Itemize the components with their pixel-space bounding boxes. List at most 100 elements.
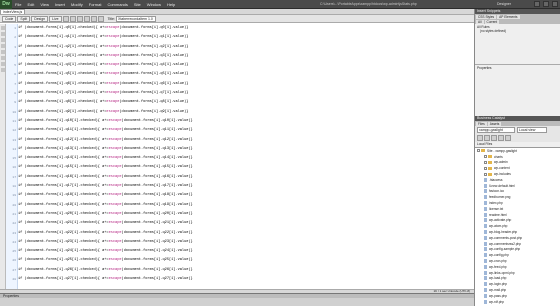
multiscreen-icon[interactable] <box>69 15 76 22</box>
menu-window[interactable]: Window <box>144 0 164 9</box>
close-icon[interactable] <box>552 1 558 7</box>
code-line[interactable]: 4 if (document.forms[i].q3[1].checked){ a… <box>14 52 474 61</box>
view-options-icon[interactable] <box>90 15 97 22</box>
menu-view[interactable]: View <box>37 0 52 9</box>
open-documents-icon[interactable] <box>1 26 5 30</box>
workspace-switcher[interactable]: Designer <box>497 2 511 6</box>
highlight-invalid-icon[interactable] <box>1 50 5 54</box>
code-line[interactable]: 23 if (document.forms[i].q22[1].checked){… <box>12 229 474 238</box>
code-line[interactable]: 1 if (document.forms[i].q0[1].checked){ a… <box>14 24 474 33</box>
code-line[interactable]: 10 if (document.forms[i].q9[1].checked){ … <box>12 108 474 117</box>
expand-icon[interactable] <box>484 172 487 176</box>
code-argument: (document.forms[i].q9[1].value)} <box>119 109 189 114</box>
view-select[interactable]: Local view <box>517 127 547 133</box>
code-argument: (document.forms[i].q6[1].value)} <box>119 81 189 86</box>
comment-icon[interactable] <box>1 56 5 60</box>
code-line[interactable]: 3 if (document.forms[i].q2[1].checked){ a… <box>14 43 474 52</box>
code-line[interactable]: 22 if (document.forms[i].q21[1].checked){… <box>12 219 474 228</box>
menu-file[interactable]: File <box>12 0 24 9</box>
tab-assets[interactable]: Assets <box>487 122 502 126</box>
visual-aids-icon[interactable] <box>97 15 104 22</box>
title-input[interactable]: XtaberrecordaItem 1.0 <box>115 15 156 22</box>
document-tab[interactable]: indexView.js <box>0 9 26 14</box>
code-line[interactable]: 21 if (document.forms[i].q20[1].checked){… <box>12 210 474 219</box>
menu-edit[interactable]: Edit <box>24 0 37 9</box>
code-condition: if (document.forms[i].q13[1].checked){ a… <box>18 146 109 151</box>
preview-icon[interactable] <box>76 15 83 22</box>
maximize-icon[interactable] <box>543 1 549 7</box>
design-view-button[interactable]: Design <box>31 15 49 22</box>
code-argument: (document.forms[i].q0[1].value)} <box>119 26 189 30</box>
code-line[interactable]: 26 if (document.forms[i].q25[1].checked){… <box>12 256 474 265</box>
code-editor[interactable]: 1 if (document.forms[i].q0[1].checked){ a… <box>12 24 474 289</box>
code-line[interactable]: 15 if (document.forms[i].q14[1].checked){… <box>12 154 474 163</box>
tab-files[interactable]: Files <box>476 122 487 126</box>
code-line[interactable]: 16 if (document.forms[i].q15[1].checked){… <box>12 163 474 172</box>
css-properties-section: Properties <box>475 64 560 116</box>
split-view-button[interactable]: Split <box>17 15 31 22</box>
code-line[interactable]: 8 if (document.forms[i].q7[1].checked){ a… <box>14 89 474 98</box>
code-argument: (document.forms[i].q2[1].value)} <box>119 44 189 49</box>
get-files-icon[interactable] <box>491 135 497 141</box>
expand-panel-icon[interactable] <box>505 135 511 141</box>
tree-item-label: wp-blog-header.php <box>489 230 518 235</box>
code-line[interactable]: 5 if (document.forms[i].q4[1].checked){ a… <box>14 61 474 70</box>
code-line[interactable]: 28 if (document.forms[i].q27[1].checked){… <box>12 275 474 284</box>
menu-format[interactable]: Format <box>86 0 105 9</box>
code-view-button[interactable]: Code <box>2 15 17 22</box>
expand-all-icon[interactable] <box>1 38 5 42</box>
inspect-icon[interactable] <box>62 15 69 22</box>
code-line[interactable]: 13 if (document.forms[i].q12[1].checked){… <box>12 136 474 145</box>
expand-icon[interactable] <box>484 155 487 159</box>
code-line[interactable]: 14 if (document.forms[i].q13[1].checked){… <box>12 145 474 154</box>
menu-modify[interactable]: Modify <box>68 0 86 9</box>
tree-item-label: ll-new-default.html <box>489 183 515 188</box>
expand-icon[interactable] <box>484 160 487 164</box>
put-files-icon[interactable] <box>498 135 504 141</box>
menu-commands[interactable]: Commands <box>104 0 130 9</box>
code-line[interactable]: 20 if (document.forms[i].q19[1].checked){… <box>12 201 474 210</box>
line-number: 6 <box>14 73 16 77</box>
code-line[interactable]: 24 if (document.forms[i].q23[1].checked){… <box>12 238 474 247</box>
app-logo: Dw <box>0 0 12 9</box>
refresh-files-icon[interactable] <box>484 135 490 141</box>
expand-icon[interactable] <box>484 166 487 170</box>
tree-file[interactable]: wp-rdf.php <box>475 299 560 305</box>
code-line[interactable]: 18 if (document.forms[i].q17[1].checked){… <box>12 182 474 191</box>
code-line[interactable]: 25 if (document.forms[i].q24[1].checked){… <box>12 247 474 256</box>
line-number: 17 <box>12 175 16 179</box>
code-function: escape <box>106 44 120 49</box>
tree-item-label: .htaccess <box>489 177 503 182</box>
properties-title[interactable]: Properties <box>0 294 474 298</box>
refresh-icon[interactable] <box>83 15 90 22</box>
code-function: escape <box>106 35 120 40</box>
collapse-tag-icon[interactable] <box>1 32 5 36</box>
connect-icon[interactable] <box>477 135 483 141</box>
window-controls <box>534 1 560 7</box>
menu-insert[interactable]: Insert <box>52 0 68 9</box>
live-view-button[interactable]: Live <box>49 15 62 22</box>
subtab-all[interactable]: All <box>476 20 484 24</box>
code-line[interactable]: 19 if (document.forms[i].q18[1].checked){… <box>12 191 474 200</box>
expand-icon[interactable] <box>477 149 480 153</box>
code-line[interactable]: 2 if (document.forms[i].q1[1].checked){ a… <box>14 33 474 42</box>
minimize-icon[interactable] <box>534 1 540 7</box>
line-numbers-icon[interactable] <box>1 44 5 48</box>
site-select[interactable]: xampp-gaslight <box>477 127 515 133</box>
code-line[interactable]: 7 if (document.forms[i].q6[1].checked){ a… <box>14 80 474 89</box>
code-line[interactable]: 12 if (document.forms[i].q11[1].checked){… <box>12 126 474 135</box>
code-line[interactable]: 27 if (document.forms[i].q26[1].checked){… <box>12 266 474 275</box>
code-line[interactable]: 9 if (document.forms[i].q8[1].checked){ a… <box>14 98 474 107</box>
subtab-current[interactable]: Current <box>484 20 500 24</box>
indent-icon[interactable] <box>1 62 5 66</box>
tab-ap-elements[interactable]: AP Elements <box>497 15 520 19</box>
outdent-icon[interactable] <box>1 68 5 72</box>
menu-site[interactable]: Site <box>131 0 144 9</box>
tree-item-label: favicon.ico <box>489 189 505 194</box>
tab-css-styles[interactable]: CSS Styles <box>476 15 497 19</box>
code-line[interactable]: 11 if (document.forms[i].q10[1].checked){… <box>12 117 474 126</box>
code-line[interactable]: 17 if (document.forms[i].q16[1].checked){… <box>12 173 474 182</box>
menu-help[interactable]: Help <box>164 0 178 9</box>
code-line[interactable]: 6 if (document.forms[i].q5[1].checked){ a… <box>14 70 474 79</box>
line-number: 8 <box>14 92 16 96</box>
